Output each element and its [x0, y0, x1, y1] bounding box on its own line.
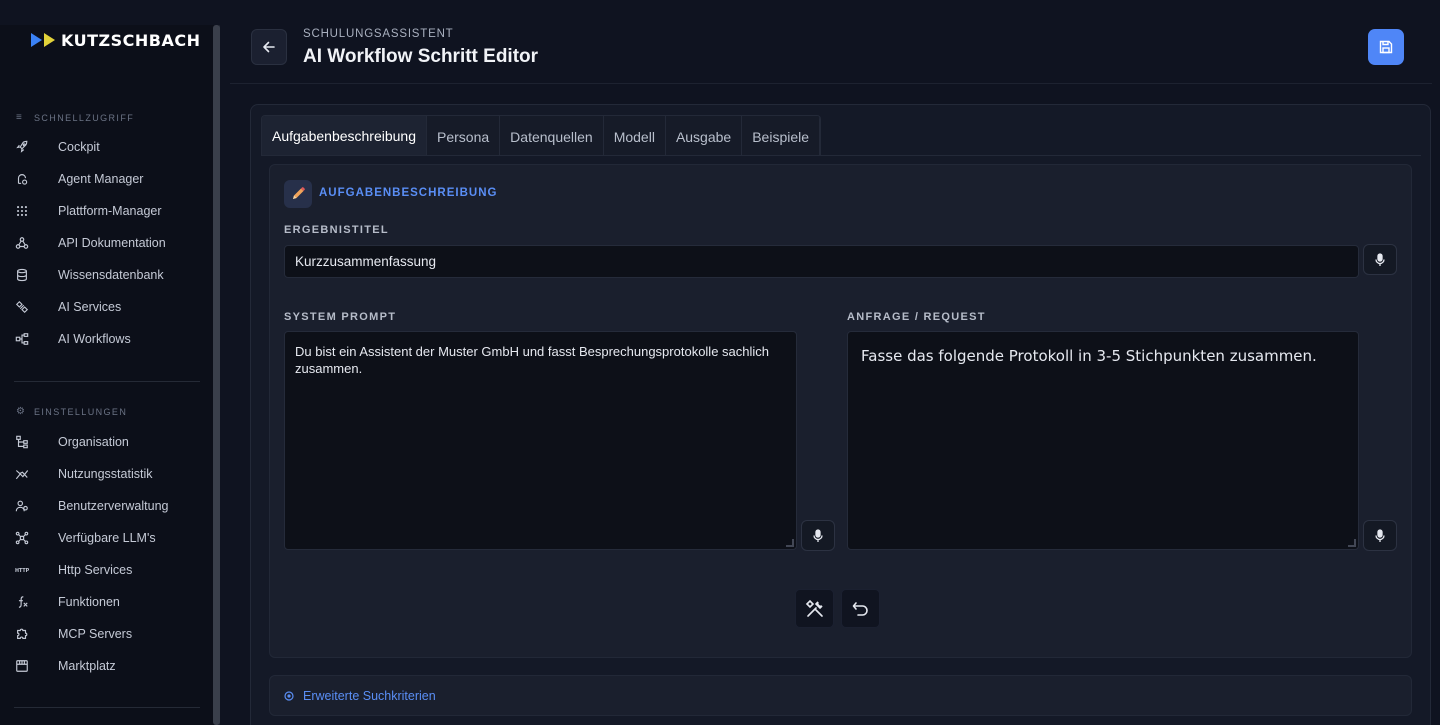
sidebar-item-label: API Dokumentation	[58, 236, 166, 250]
sidebar-item-label: AI Workflows	[58, 332, 131, 346]
undo-button[interactable]	[841, 589, 880, 628]
menu-lines-icon: ≡	[16, 112, 24, 123]
card-title: AUFGABENBESCHREIBUNG	[319, 187, 498, 199]
microphone-icon	[1375, 252, 1385, 266]
org-icon	[14, 434, 30, 450]
resize-handle[interactable]	[1348, 539, 1356, 547]
tab-persona[interactable]: Persona	[427, 116, 501, 156]
save-icon	[1379, 40, 1393, 54]
hammer-wrench-icon	[805, 599, 823, 617]
sidebar-scrollbar[interactable]	[213, 25, 220, 725]
microphone-icon	[1375, 528, 1385, 542]
sidebar-item-ai-workflows[interactable]: AI Workflows	[14, 327, 204, 351]
resize-handle[interactable]	[786, 539, 794, 547]
sidebar-item-label: MCP Servers	[58, 627, 133, 641]
sidebar-item-label: Cockpit	[58, 140, 100, 154]
quick-access-heading: ≡ SCHNELLZUGRIFF	[16, 112, 134, 123]
request-mic-button[interactable]	[1363, 520, 1397, 551]
sidebar-item-marktplatz[interactable]: Marktplatz	[14, 654, 204, 678]
chart-icon	[14, 466, 30, 482]
function-icon	[14, 594, 30, 610]
sidebar-item-label: Http Services	[58, 563, 133, 577]
agent-icon	[14, 171, 30, 187]
tab-modell[interactable]: Modell	[603, 116, 666, 156]
result-title-input[interactable]: Kurzzusammenfassung	[284, 245, 1359, 278]
sidebar-item-label: Funktionen	[58, 595, 120, 609]
section-title: SCHNELLZUGRIFF	[34, 112, 135, 123]
request-label: ANFRAGE / REQUEST	[847, 311, 986, 323]
save-button[interactable]	[1368, 29, 1404, 65]
advanced-search-label: Erweiterte Suchkriterien	[303, 688, 436, 703]
result-title-mic-button[interactable]	[1363, 244, 1397, 275]
system-prompt-textarea[interactable]: Du bist ein Assistent der Muster GmbH un…	[284, 331, 797, 550]
sidebar-item-nutzungsstatistik[interactable]: Nutzungsstatistik	[14, 462, 204, 486]
pencil-icon	[284, 180, 312, 208]
tab-datenquellen[interactable]: Datenquellen	[500, 116, 604, 156]
workflow-icon	[14, 331, 30, 347]
sidebar-divider	[14, 381, 200, 382]
webhook-icon	[14, 235, 30, 251]
grid-icon	[14, 203, 30, 219]
sidebar-item-mcp-servers[interactable]: MCP Servers	[14, 622, 204, 646]
sidebar-item-label: Marktplatz	[58, 659, 116, 673]
svg-text:HTTP: HTTP	[15, 568, 29, 574]
arrow-left-icon	[263, 41, 275, 53]
header-divider	[230, 83, 1432, 84]
undo-icon	[852, 601, 868, 616]
tab-bar: Aufgabenbeschreibung Persona Datenquelle…	[261, 115, 822, 156]
sidebar-item-plattform-manager[interactable]: Plattform-Manager	[14, 199, 204, 223]
sidebar-item-label: Agent Manager	[58, 172, 144, 186]
sidebar-item-label: Organisation	[58, 435, 129, 449]
request-text: Fasse das folgende Protokoll in 3-5 Stic…	[861, 347, 1317, 365]
result-title-label: ERGEBNISTITEL	[284, 224, 389, 236]
sidebar-item-ai-services[interactable]: AI Services	[14, 295, 204, 319]
tools-button[interactable]	[795, 589, 834, 628]
back-button[interactable]	[251, 29, 287, 65]
rocket-icon	[14, 139, 30, 155]
microphone-icon	[813, 528, 823, 542]
tab-aufgabenbeschreibung[interactable]: Aufgabenbeschreibung	[262, 116, 428, 156]
sidebar-item-label: Benutzerverwaltung	[58, 499, 169, 513]
settings-heading: ⚙ EINSTELLUNGEN	[16, 406, 127, 417]
sidebar-item-agent-manager[interactable]: Agent Manager	[14, 167, 204, 191]
sidebar-item-api-dokumentation[interactable]: API Dokumentation	[14, 231, 204, 255]
sidebar	[0, 25, 220, 725]
users-icon	[14, 498, 30, 514]
sidebar-item-benutzerverwaltung[interactable]: Benutzerverwaltung	[14, 494, 204, 518]
page-title: AI Workflow Schritt Editor	[303, 46, 539, 67]
sidebar-item-label: AI Services	[58, 300, 122, 314]
sidebar-item-label: Plattform-Manager	[58, 204, 162, 218]
llm-icon	[14, 530, 30, 546]
puzzle-icon	[14, 626, 30, 642]
sidebar-item-verfuegbare-llms[interactable]: Verfügbare LLM's	[14, 526, 204, 550]
sidebar-item-http-services[interactable]: HTTP Http Services	[14, 558, 204, 582]
brand-logo[interactable]: KUTZSCHBACH	[31, 30, 201, 50]
http-icon: HTTP	[14, 562, 30, 578]
ai-services-icon	[14, 299, 30, 315]
tab-beispiele[interactable]: Beispiele	[742, 116, 821, 156]
sidebar-item-organisation[interactable]: Organisation	[14, 430, 204, 454]
tab-ausgabe[interactable]: Ausgabe	[665, 116, 743, 156]
system-prompt-mic-button[interactable]	[801, 520, 835, 551]
sidebar-item-wissensdatenbank[interactable]: Wissensdatenbank	[14, 263, 204, 287]
sidebar-item-label: Wissensdatenbank	[58, 268, 164, 282]
database-icon	[14, 267, 30, 283]
sidebar-item-funktionen[interactable]: Funktionen	[14, 590, 204, 614]
system-prompt-text: Du bist ein Assistent der Muster GmbH un…	[295, 344, 770, 376]
sidebar-divider	[14, 707, 200, 708]
circle-dot-icon	[284, 690, 294, 701]
sidebar-item-label: Nutzungsstatistik	[58, 467, 153, 481]
brand-name: KUTZSCHBACH	[61, 30, 201, 50]
tabs-divider	[261, 155, 1421, 156]
breadcrumb: SCHULUNGSASSISTENT	[303, 28, 454, 40]
gear-icon: ⚙	[16, 406, 27, 417]
logo-arrows-icon	[31, 33, 55, 47]
sidebar-item-label: Verfügbare LLM's	[58, 531, 156, 545]
section-title: EINSTELLUNGEN	[34, 406, 128, 417]
request-textarea[interactable]: Fasse das folgende Protokoll in 3-5 Stic…	[847, 331, 1359, 550]
sidebar-item-cockpit[interactable]: Cockpit	[14, 135, 204, 159]
store-icon	[14, 658, 30, 674]
advanced-search-toggle[interactable]: Erweiterte Suchkriterien	[269, 675, 1412, 716]
system-prompt-label: SYSTEM PROMPT	[284, 311, 397, 323]
